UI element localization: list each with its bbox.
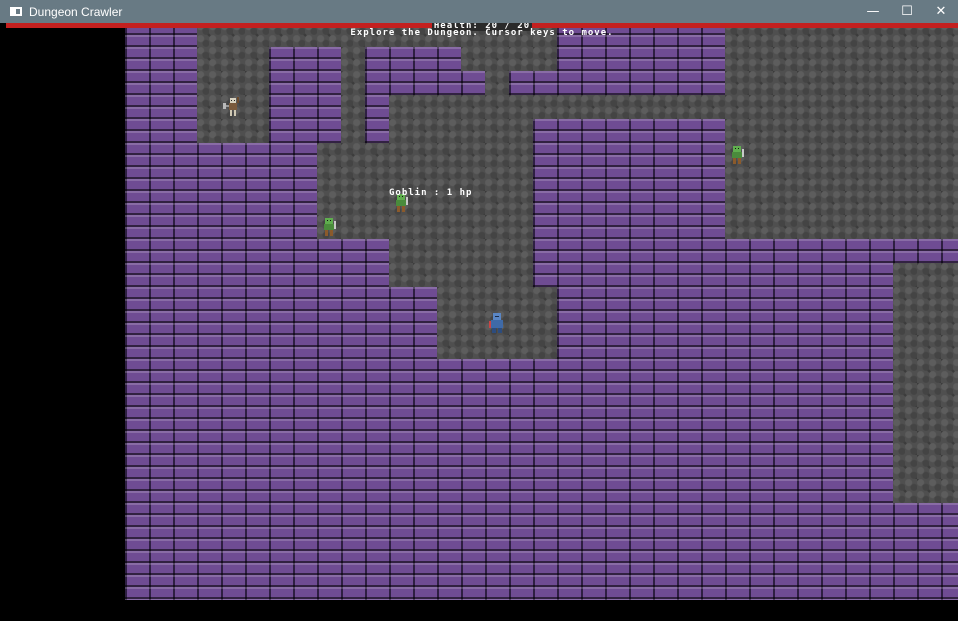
window-title: Dungeon Crawler <box>29 4 123 19</box>
skeleton-axe-icon <box>223 97 239 116</box>
dungeon-floor <box>341 47 365 143</box>
maximize-button[interactable]: ☐ <box>890 0 924 23</box>
minimize-button[interactable]: — <box>856 0 890 23</box>
dungeon-floor <box>725 23 958 239</box>
dungeon-floor <box>485 71 509 95</box>
status-message: Explore the Dungeon. Cursor keys to move… <box>350 28 614 38</box>
game-viewport[interactable]: Goblin : 1 hp Health: 20 / 20 Explore th… <box>6 23 958 621</box>
armored-knight-icon <box>489 313 503 333</box>
dungeon-floor <box>461 47 557 71</box>
window-titlebar[interactable]: Dungeon Crawler — ☐ ✕ <box>0 0 958 23</box>
close-button[interactable]: ✕ <box>924 0 958 23</box>
dungeon-floor <box>893 263 958 503</box>
enemy-hp-label: Goblin : 1 hp <box>389 188 473 198</box>
dungeon-floor <box>389 239 533 287</box>
dungeon-floor <box>389 119 533 143</box>
window-controls: — ☐ ✕ <box>856 0 958 23</box>
goblin-icon <box>732 146 744 164</box>
goblin-icon <box>324 218 336 236</box>
app-window-icon <box>10 7 22 16</box>
dungeon-floor <box>197 23 269 143</box>
dungeon-map: Goblin : 1 hp <box>125 23 958 600</box>
dungeon-floor <box>389 95 725 119</box>
